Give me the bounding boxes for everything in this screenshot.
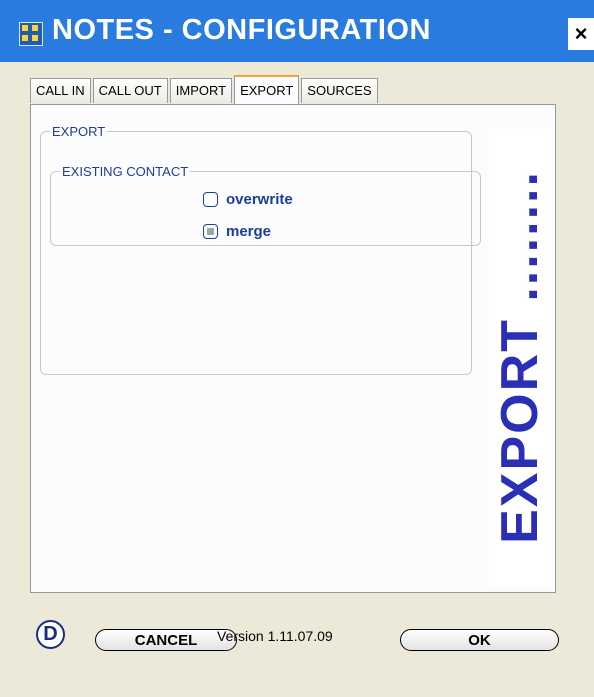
merge-checkbox[interactable] xyxy=(203,223,218,239)
overwrite-option[interactable]: overwrite xyxy=(203,189,293,209)
circle-d-icon[interactable]: D xyxy=(36,620,65,649)
existing-contact-group: EXISTING CONTACT overwrite merge xyxy=(50,164,481,246)
export-banner-text: EXPORT ........ xyxy=(491,170,549,544)
ok-button[interactable]: OK xyxy=(400,629,559,651)
tab-call-out[interactable]: CALL OUT xyxy=(92,78,168,103)
cancel-button[interactable]: CANCEL xyxy=(95,629,237,651)
tab-call-in[interactable]: CALL IN xyxy=(30,78,91,103)
existing-contact-title: EXISTING CONTACT xyxy=(62,164,189,179)
title-bar: NOTES - CONFIGURATION × xyxy=(0,0,594,62)
window-title: NOTES - CONFIGURATION xyxy=(52,14,431,46)
export-tab-panel: EXPORT EXISTING CONTACT overwrite merge … xyxy=(30,104,556,593)
tab-strip: CALL IN CALL OUT IMPORT EXPORT SOURCES xyxy=(30,75,380,104)
merge-option[interactable]: merge xyxy=(203,221,271,241)
merge-label: merge xyxy=(226,222,272,240)
export-group-title: EXPORT xyxy=(52,124,106,139)
tab-export[interactable]: EXPORT xyxy=(234,75,300,104)
export-side-banner: EXPORT ........ xyxy=(489,129,551,586)
version-label: Version 1.11.07.09 xyxy=(217,628,333,644)
overwrite-checkbox[interactable] xyxy=(203,191,218,207)
overwrite-label: overwrite xyxy=(226,190,293,208)
address-book-icon xyxy=(19,22,43,46)
close-button[interactable]: × xyxy=(568,18,594,50)
tab-sources[interactable]: SOURCES xyxy=(301,78,378,103)
tab-import[interactable]: IMPORT xyxy=(169,78,233,103)
export-group: EXPORT EXISTING CONTACT overwrite merge xyxy=(40,124,481,375)
